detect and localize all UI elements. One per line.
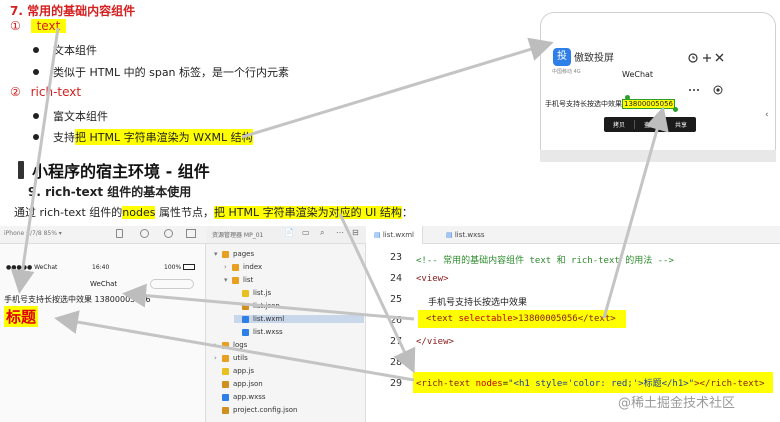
arrow-bullet-to-phone [241, 37, 554, 139]
annotation-arrows [10, 27, 669, 382]
arrow-code-to-phone [602, 106, 669, 319]
arrow-desc-to-code [338, 213, 416, 374]
arrow-richtext-to-heading [54, 310, 415, 382]
arrow-text-to-sim [10, 27, 60, 294]
arrow-code-to-sim [122, 283, 415, 321]
